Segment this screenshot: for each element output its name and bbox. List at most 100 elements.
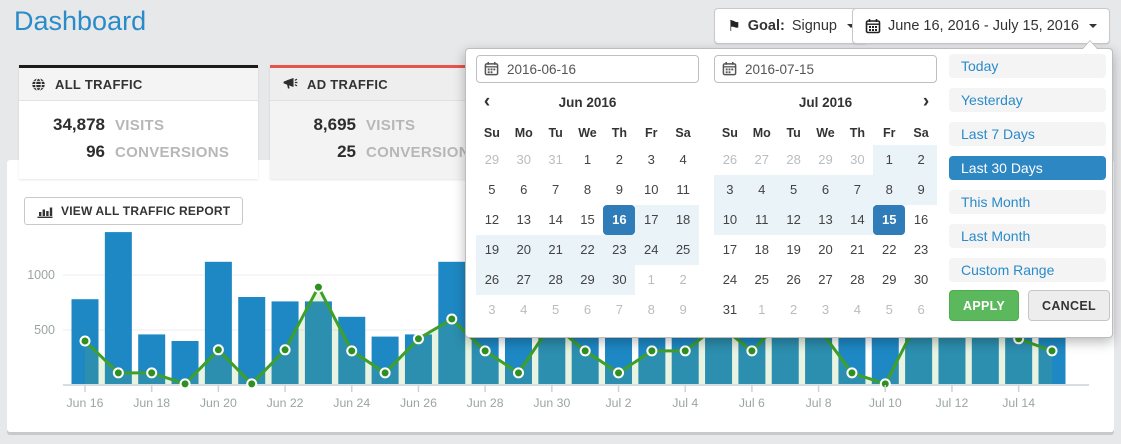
calendar-day[interactable]: 31 [540,145,572,175]
calendar-day[interactable]: 30 [508,145,540,175]
all-traffic-card[interactable]: ALL TRAFFIC 34,878 VISITS 96 CONVERSIONS [19,65,258,179]
calendar-day[interactable]: 21 [540,235,572,265]
calendar-day[interactable]: 2 [905,145,937,175]
calendar-day[interactable]: 29 [476,145,508,175]
calendar-day[interactable]: 18 [746,235,778,265]
calendar-day[interactable]: 7 [603,295,635,325]
calendar-day[interactable]: 9 [905,175,937,205]
calendar-day[interactable]: 26 [476,265,508,295]
calendar-day[interactable]: 1 [635,265,667,295]
calendar-day[interactable]: 31 [714,295,746,325]
calendar-day[interactable]: 5 [476,175,508,205]
calendar-day[interactable]: 2 [778,295,810,325]
calendar-day[interactable]: 9 [603,175,635,205]
calendar-day[interactable]: 6 [905,295,937,325]
calendar-day[interactable]: 1 [746,295,778,325]
calendar-day[interactable]: 2 [667,265,699,295]
next-month-button[interactable]: › [915,92,937,114]
calendar-day[interactable]: 26 [714,145,746,175]
calendar-day[interactable]: 12 [778,205,810,235]
calendar-day[interactable]: 29 [572,265,604,295]
calendar-day[interactable]: 17 [714,235,746,265]
calendar-day[interactable]: 27 [810,265,842,295]
calendar-day[interactable]: 24 [635,235,667,265]
calendar-day[interactable]: 19 [476,235,508,265]
calendar-day[interactable]: 7 [540,175,572,205]
calendar-day[interactable]: 30 [841,145,873,175]
calendar-day[interactable]: 4 [841,295,873,325]
calendar-day[interactable]: 4 [746,175,778,205]
calendar-day[interactable]: 8 [873,175,905,205]
calendar-day[interactable]: 20 [810,235,842,265]
preset-last-30-days[interactable]: Last 30 Days [949,156,1106,180]
end-date-input[interactable] [714,55,937,83]
preset-custom-range[interactable]: Custom Range [949,258,1106,282]
calendar-day[interactable]: 17 [635,205,667,235]
calendar-day[interactable]: 22 [572,235,604,265]
preset-yesterday[interactable]: Yesterday [949,88,1106,112]
calendar-day[interactable]: 27 [746,145,778,175]
calendar-day[interactable]: 23 [905,235,937,265]
start-date-input[interactable] [476,55,699,83]
calendar-day[interactable]: 25 [746,265,778,295]
calendar-day[interactable]: 15 [572,205,604,235]
calendar-day[interactable]: 6 [810,175,842,205]
calendar-day[interactable]: 22 [873,235,905,265]
preset-last-7-days[interactable]: Last 7 Days [949,122,1106,146]
calendar-day[interactable]: 5 [873,295,905,325]
calendar-day[interactable]: 19 [778,235,810,265]
calendar-day[interactable]: 20 [508,235,540,265]
calendar-day[interactable]: 5 [778,175,810,205]
apply-button[interactable]: APPLY [949,290,1019,321]
calendar-day[interactable]: 6 [508,175,540,205]
calendar-day[interactable]: 7 [841,175,873,205]
calendar-day[interactable]: 11 [667,175,699,205]
calendar-day[interactable]: 13 [810,205,842,235]
calendar-day[interactable]: 1 [873,145,905,175]
calendar-day[interactable]: 28 [841,265,873,295]
preset-this-month[interactable]: This Month [949,190,1106,214]
calendar-day[interactable]: 4 [667,145,699,175]
calendar-day[interactable]: 12 [476,205,508,235]
calendar-day[interactable]: 27 [508,265,540,295]
calendar-day[interactable]: 6 [572,295,604,325]
cancel-button[interactable]: CANCEL [1028,290,1110,321]
calendar-day[interactable]: 23 [603,235,635,265]
view-all-traffic-report-button[interactable]: VIEW ALL TRAFFIC REPORT [24,197,243,225]
calendar-day[interactable]: 25 [667,235,699,265]
calendar-day-selected[interactable]: 16 [603,205,635,235]
calendar-day[interactable]: 1 [572,145,604,175]
calendar-day[interactable]: 10 [714,205,746,235]
goal-dropdown-button[interactable]: ⚑ Goal: Signup [714,8,868,44]
calendar-day[interactable]: 10 [635,175,667,205]
calendar-day[interactable]: 18 [667,205,699,235]
calendar-day[interactable]: 26 [778,265,810,295]
calendar-day[interactable]: 3 [714,175,746,205]
calendar-day[interactable]: 9 [667,295,699,325]
calendar-day[interactable]: 29 [810,145,842,175]
calendar-day[interactable]: 11 [746,205,778,235]
preset-last-month[interactable]: Last Month [949,224,1106,248]
calendar-day[interactable]: 8 [572,175,604,205]
calendar-day[interactable]: 30 [905,265,937,295]
previous-month-button[interactable]: ‹ [476,92,498,114]
calendar-day[interactable]: 14 [841,205,873,235]
calendar-day[interactable]: 30 [603,265,635,295]
calendar-day[interactable]: 5 [540,295,572,325]
calendar-day[interactable]: 4 [508,295,540,325]
calendar-day[interactable]: 13 [508,205,540,235]
calendar-day[interactable]: 28 [540,265,572,295]
calendar-day[interactable]: 3 [476,295,508,325]
calendar-day-selected[interactable]: 15 [873,205,905,235]
calendar-day[interactable]: 2 [603,145,635,175]
calendar-day[interactable]: 16 [905,205,937,235]
calendar-day[interactable]: 21 [841,235,873,265]
date-range-dropdown-button[interactable]: June 16, 2016 - July 15, 2016 [852,8,1110,44]
calendar-day[interactable]: 24 [714,265,746,295]
calendar-day[interactable]: 14 [540,205,572,235]
calendar-day[interactable]: 8 [635,295,667,325]
preset-today[interactable]: Today [949,54,1106,78]
calendar-day[interactable]: 28 [778,145,810,175]
calendar-day[interactable]: 3 [810,295,842,325]
calendar-day[interactable]: 29 [873,265,905,295]
